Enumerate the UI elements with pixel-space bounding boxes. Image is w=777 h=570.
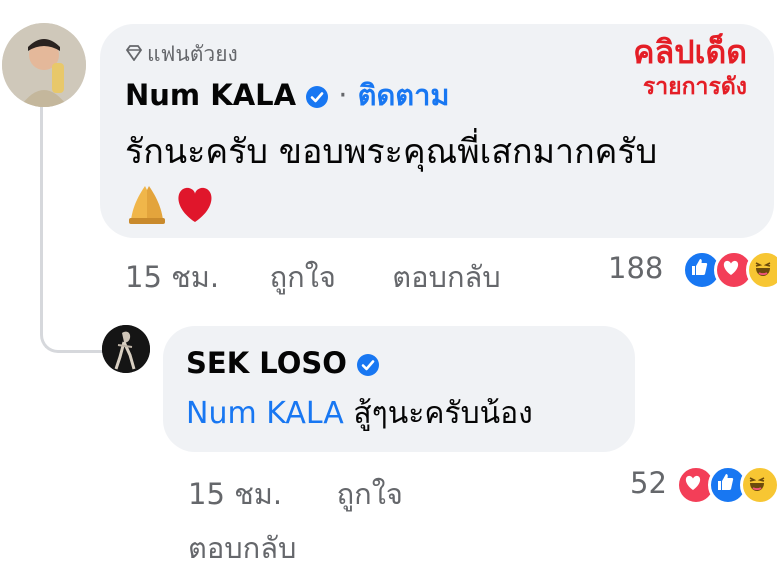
separator-dot: · [338, 78, 348, 112]
reply-like-button[interactable]: ถูกใจ [337, 477, 403, 511]
comment-reactions[interactable]: 188 [608, 248, 777, 290]
verified-badge-icon [306, 86, 329, 108]
haha-icon [740, 465, 777, 505]
comment-emoji [125, 182, 221, 226]
watermark-line2: รายการดัง [642, 74, 747, 100]
avatar-num-kala[interactable] [2, 23, 86, 107]
comment-author-name[interactable]: Num KALA [125, 78, 296, 112]
reply-author-name[interactable]: SEK LOSO [186, 346, 347, 380]
reply-reaction-count: 52 [630, 466, 667, 500]
comment-reply-button[interactable]: ตอบกลับ [392, 260, 500, 294]
top-fan-badge: แฟนตัวยง [125, 40, 238, 68]
comment-reaction-count: 188 [608, 251, 664, 285]
reply-text: Num KALA สู้ๆนะครับน้อง [186, 392, 533, 436]
comment-like-button[interactable]: ถูกใจ [270, 260, 336, 294]
watermark: คลิปเด็ด รายการดัง [633, 32, 747, 102]
avatar-photo [2, 23, 86, 107]
avatar-sek-loso[interactable] [102, 325, 150, 373]
reply-actions: 15 ชม. ถูกใจ [188, 472, 403, 516]
reply-time[interactable]: 15 ชม. [188, 477, 282, 511]
reply-header: SEK LOSO [186, 343, 380, 383]
thread-connector-line [40, 100, 103, 353]
comment-time[interactable]: 15 ชม. [125, 260, 219, 294]
reply-mention-link[interactable]: Num KALA [186, 396, 344, 431]
comment-text: รักนะครับ ขอบพระคุณพี่เสกมากครับ [125, 132, 658, 172]
haha-icon [745, 250, 777, 290]
reply-body: สู้ๆนะครับน้อง [343, 396, 533, 431]
watermark-line1: คลิปเด็ด [633, 33, 747, 71]
comment-header: Num KALA · ติดตาม [125, 75, 450, 115]
follow-link[interactable]: ติดตาม [358, 78, 450, 112]
comment-actions: 15 ชม. ถูกใจ ตอบกลับ [125, 256, 501, 298]
red-heart-emoji [178, 187, 212, 222]
avatar-photo [102, 325, 150, 373]
reply-reply-button[interactable]: ตอบกลับ [188, 526, 296, 570]
verified-badge-icon [357, 354, 380, 376]
diamond-icon [125, 40, 143, 68]
reply-reactions[interactable]: 52 [630, 463, 777, 505]
folded-hands-emoji [129, 186, 165, 224]
badge-label: แฟนตัวยง [147, 42, 238, 66]
